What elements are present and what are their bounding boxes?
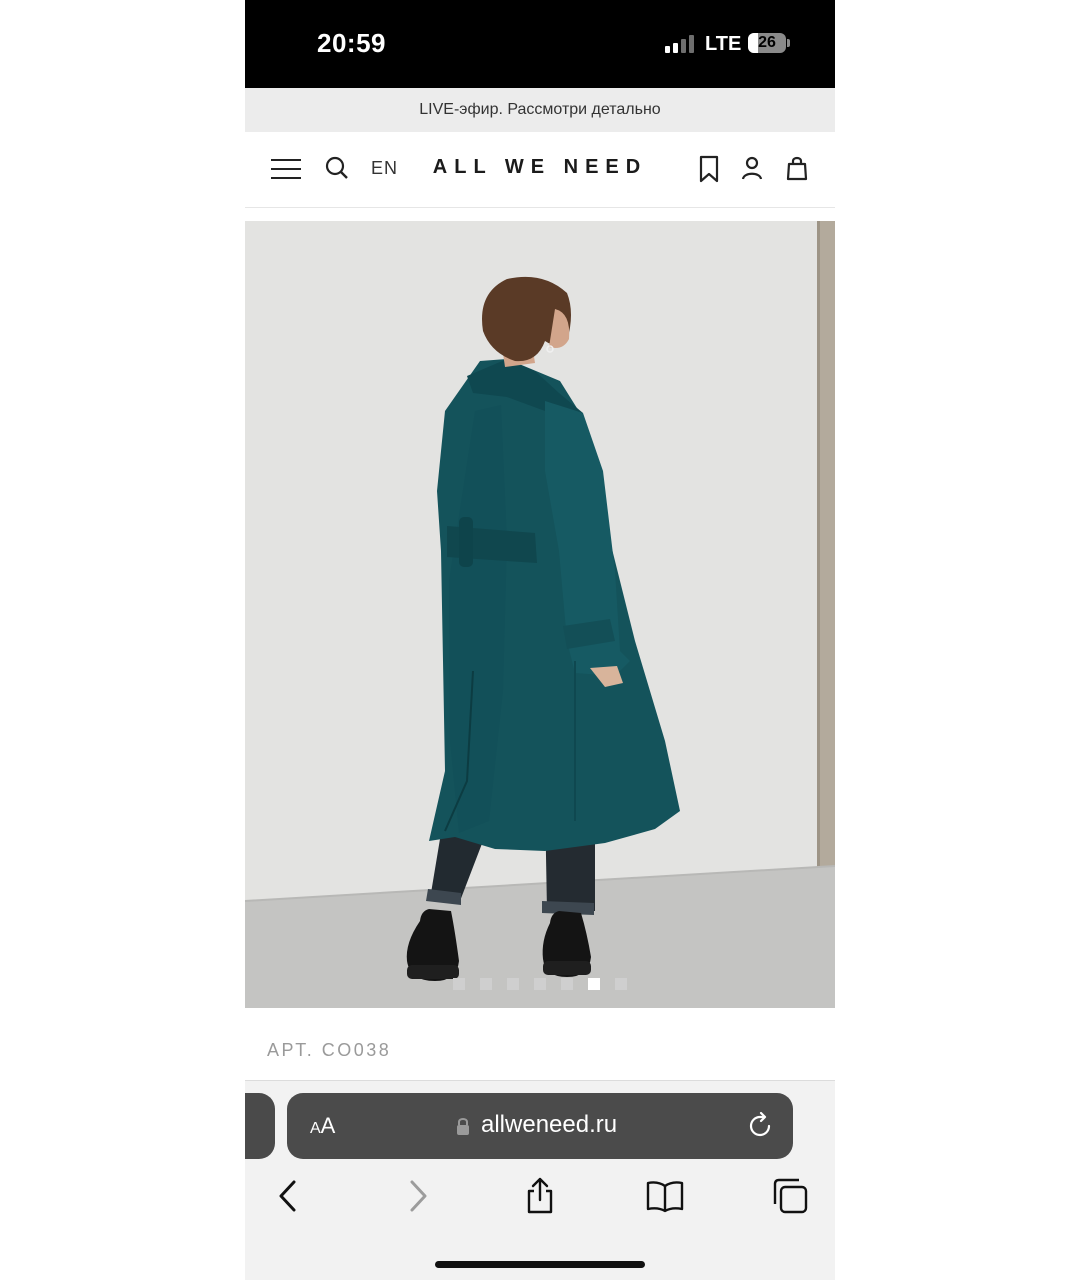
gallery-dot-active[interactable] bbox=[588, 978, 600, 990]
back-icon[interactable] bbox=[269, 1176, 309, 1216]
network-type: LTE bbox=[705, 33, 742, 55]
lock-icon bbox=[455, 1116, 471, 1136]
product-photo bbox=[245, 221, 835, 1008]
battery-level: 26 bbox=[758, 34, 776, 51]
previous-tab-preview[interactable] bbox=[245, 1093, 275, 1159]
account-icon[interactable] bbox=[735, 152, 769, 186]
gallery-pagination[interactable] bbox=[245, 978, 835, 990]
menu-icon[interactable] bbox=[269, 152, 303, 186]
language-switch[interactable]: EN bbox=[371, 158, 398, 179]
reload-icon[interactable] bbox=[745, 1111, 775, 1141]
site-header: EN ALL WE NEED bbox=[245, 132, 835, 208]
address-bar[interactable]: AA allweneed.ru bbox=[287, 1093, 793, 1159]
product-image-gallery[interactable] bbox=[245, 221, 835, 1008]
live-stream-banner[interactable]: LIVE-эфир. Рассмотри детально bbox=[245, 88, 835, 132]
battery-cap bbox=[787, 39, 790, 47]
url-text: allweneed.ru bbox=[481, 1111, 618, 1138]
status-time: 20:59 bbox=[317, 28, 386, 58]
browser-chrome: AA allweneed.ru bbox=[245, 1080, 835, 1280]
signal-strength-icon bbox=[665, 35, 695, 53]
site-logo[interactable]: ALL WE NEED bbox=[395, 156, 685, 179]
text-size-button[interactable]: AA bbox=[310, 1113, 335, 1139]
home-indicator[interactable] bbox=[435, 1261, 645, 1268]
gallery-dot[interactable] bbox=[615, 978, 627, 990]
live-stream-banner-text: LIVE-эфир. Рассмотри детально bbox=[419, 101, 661, 118]
gallery-dot[interactable] bbox=[561, 978, 573, 990]
search-icon[interactable] bbox=[321, 152, 355, 186]
gallery-dot[interactable] bbox=[480, 978, 492, 990]
shopping-bag-icon[interactable] bbox=[780, 152, 814, 186]
gallery-dot[interactable] bbox=[453, 978, 465, 990]
bookmarks-icon[interactable] bbox=[645, 1176, 685, 1216]
article-number: АРТ. CO038 bbox=[267, 1040, 392, 1060]
gallery-dot[interactable] bbox=[507, 978, 519, 990]
phone-screen: 20:59 LTE 26 LIVE-эфир. Рассмотри деталь… bbox=[245, 0, 835, 1280]
tabs-icon[interactable] bbox=[770, 1176, 810, 1216]
bookmark-icon[interactable] bbox=[692, 152, 726, 186]
share-icon[interactable] bbox=[520, 1176, 560, 1216]
status-bar: 20:59 LTE 26 bbox=[245, 0, 835, 88]
forward-icon[interactable] bbox=[397, 1176, 437, 1216]
battery-icon: 26 bbox=[748, 33, 786, 53]
gallery-dot[interactable] bbox=[534, 978, 546, 990]
